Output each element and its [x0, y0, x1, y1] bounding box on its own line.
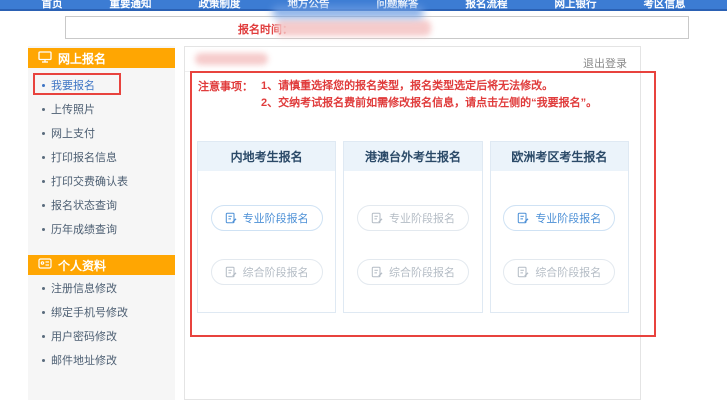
button-hmtf-professional-stage[interactable]: 专业阶段报名: [357, 205, 469, 231]
nav-item-home[interactable]: 首页: [42, 0, 63, 8]
top-nav: 首页 重要通知 政策制度 地方公告 问题解答 报名流程 网上银行 考区信息: [0, 0, 727, 11]
main-content: 退出登录 注意事项： 1、请慎重选择您的报名类型，报名类型选定后将无法修改。 2…: [184, 46, 641, 400]
notice-line-1: 1、请慎重选择您的报名类型，报名类型选定后将无法修改。: [261, 78, 597, 95]
sidebar-item-i-want-to-register[interactable]: 我要报名: [28, 73, 175, 97]
notice-lines: 1、请慎重选择您的报名类型，报名类型选定后将无法修改。 2、交纳考试报名费前如需…: [261, 78, 597, 112]
logout-link[interactable]: 退出登录: [583, 55, 627, 71]
bullet-icon: [42, 108, 45, 111]
button-hmtf-comprehensive-stage[interactable]: 综合阶段报名: [357, 259, 469, 285]
button-mainland-comprehensive-stage[interactable]: 综合阶段报名: [211, 259, 323, 285]
bullet-icon: [42, 156, 45, 159]
page: 首页 重要通知 政策制度 地方公告 问题解答 报名流程 网上银行 考区信息 报名…: [0, 0, 727, 400]
button-europe-professional-stage[interactable]: 专业阶段报名: [503, 205, 615, 231]
nav-item-policies[interactable]: 政策制度: [199, 0, 241, 8]
panel-title-hk-macao-taiwan-foreign: 港澳台外考生报名: [344, 142, 481, 171]
sidebar-item-upload-photo[interactable]: 上传照片: [28, 97, 175, 121]
panel-mainland-candidates: 内地考生报名 专业阶段报名: [197, 141, 336, 313]
sidebar-item-label: 我要报名: [51, 77, 95, 93]
header-divider: [185, 71, 640, 72]
sidebar-item-online-payment[interactable]: 网上支付: [28, 121, 175, 145]
sidebar-item-modify-email[interactable]: 邮件地址修改: [28, 348, 175, 372]
sidebar-item-modify-registration-info[interactable]: 注册信息修改: [28, 276, 175, 300]
sidebar-item-label: 历年成绩查询: [51, 221, 117, 237]
sidebar-item-print-payment-confirmation[interactable]: 打印交费确认表: [28, 169, 175, 193]
button-label: 专业阶段报名: [389, 210, 455, 226]
sidebar-item-label: 网上支付: [51, 125, 95, 141]
bullet-icon: [42, 84, 45, 87]
sidebar-items-personal-info: 注册信息修改 绑定手机号修改 用户密码修改 邮件地址修改: [28, 276, 175, 372]
bullet-icon: [42, 204, 45, 207]
sidebar-item-label: 绑定手机号修改: [51, 304, 128, 320]
nav-item-faq[interactable]: 问题解答: [377, 0, 419, 8]
sidebar-item-label: 打印交费确认表: [51, 173, 128, 189]
nav-item-online-banking[interactable]: 网上银行: [555, 0, 597, 8]
sidebar-item-registration-status-query[interactable]: 报名状态查询: [28, 193, 175, 217]
button-label: 专业阶段报名: [535, 210, 601, 226]
bullet-icon: [42, 335, 45, 338]
registration-time-banner: 报名时间：: [65, 16, 689, 39]
registration-time-label: 报名时间：: [238, 21, 293, 37]
edit-doc-icon: [371, 212, 383, 224]
sidebar-section-title: 网上报名: [58, 50, 106, 67]
sidebar: 网上报名 我要报名 上传照片 网上支付 打印报名信息 打印交费确认表 报名状态查…: [28, 46, 175, 400]
button-label: 综合阶段报名: [243, 264, 309, 280]
edit-doc-icon: [225, 212, 237, 224]
panel-title-european: 欧洲考区考生报名: [491, 142, 628, 171]
notice-line-2: 2、交纳考试报名费前如需修改报名信息，请点击左侧的“我要报名”。: [261, 95, 597, 112]
nav-item-important-notices[interactable]: 重要通知: [110, 0, 152, 8]
panel-european-exam-area-candidates: 欧洲考区考生报名 专业阶段报名: [490, 141, 629, 313]
edit-doc-icon: [371, 266, 383, 278]
bullet-icon: [42, 359, 45, 362]
button-mainland-professional-stage[interactable]: 专业阶段报名: [211, 205, 323, 231]
id-card-icon: [38, 258, 52, 272]
sidebar-item-label: 报名状态查询: [51, 197, 117, 213]
redacted-username: [195, 53, 268, 65]
bullet-icon: [42, 132, 45, 135]
notice-label: 注意事项：: [198, 78, 261, 112]
sidebar-item-label: 邮件地址修改: [51, 352, 117, 368]
panel-hk-macao-taiwan-foreign-candidates: 港澳台外考生报名 专业阶段报名: [343, 141, 482, 313]
sidebar-item-label: 注册信息修改: [51, 280, 117, 296]
nav-item-registration-process[interactable]: 报名流程: [466, 0, 508, 8]
sidebar-item-past-scores-query[interactable]: 历年成绩查询: [28, 217, 175, 241]
bullet-icon: [42, 228, 45, 231]
sidebar-section-online-registration: 网上报名: [28, 48, 175, 68]
panel-title-mainland: 内地考生报名: [198, 142, 335, 171]
sidebar-items-online-registration: 我要报名 上传照片 网上支付 打印报名信息 打印交费确认表 报名状态查询 历年成…: [28, 73, 175, 241]
button-label: 综合阶段报名: [535, 264, 601, 280]
sidebar-item-modify-bound-phone[interactable]: 绑定手机号修改: [28, 300, 175, 324]
edit-doc-icon: [517, 212, 529, 224]
registration-panels: 内地考生报名 专业阶段报名: [197, 141, 629, 313]
bullet-icon: [42, 287, 45, 290]
button-europe-comprehensive-stage[interactable]: 综合阶段报名: [503, 259, 615, 285]
edit-doc-icon: [225, 266, 237, 278]
edit-doc-icon: [517, 266, 529, 278]
sidebar-item-label: 上传照片: [51, 101, 95, 117]
bullet-icon: [42, 311, 45, 314]
sidebar-item-label: 用户密码修改: [51, 328, 117, 344]
sidebar-item-label: 打印报名信息: [51, 149, 117, 165]
sidebar-section-title: 个人资料: [58, 257, 106, 274]
sidebar-item-print-registration-info[interactable]: 打印报名信息: [28, 145, 175, 169]
nav-item-local-announcements[interactable]: 地方公告: [288, 0, 330, 8]
redacted-registration-dates: [276, 20, 431, 36]
monitor-icon: [38, 51, 52, 66]
sidebar-item-modify-password[interactable]: 用户密码修改: [28, 324, 175, 348]
nav-item-exam-area-info[interactable]: 考区信息: [644, 0, 686, 8]
button-label: 综合阶段报名: [389, 264, 455, 280]
notice-text: 注意事项： 1、请慎重选择您的报名类型，报名类型选定后将无法修改。 2、交纳考试…: [198, 78, 597, 112]
sidebar-section-personal-info: 个人资料: [28, 255, 175, 275]
bullet-icon: [42, 180, 45, 183]
button-label: 专业阶段报名: [243, 210, 309, 226]
